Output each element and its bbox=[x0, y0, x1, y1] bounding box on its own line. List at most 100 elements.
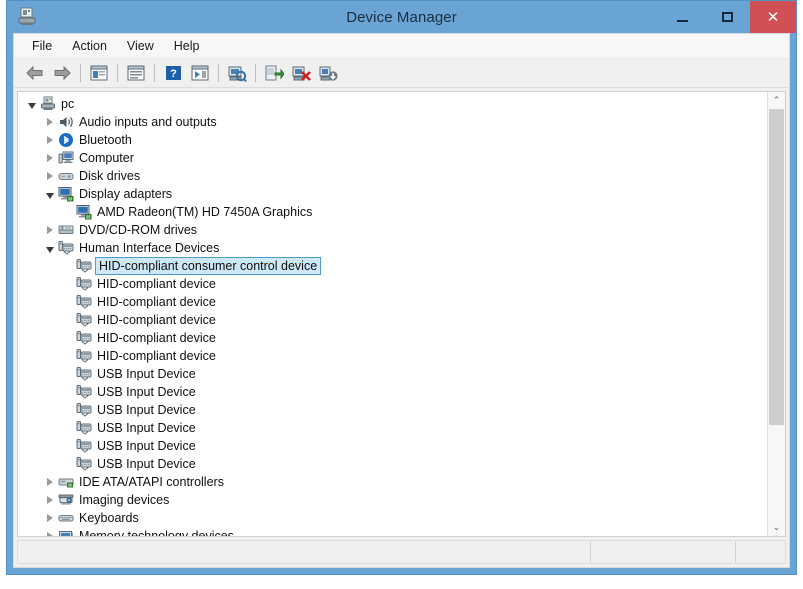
tree-row[interactable]: Disk drives bbox=[18, 167, 767, 185]
tree-row[interactable]: Human Interface Devices bbox=[18, 239, 767, 257]
tree-row[interactable]: USB Input Device bbox=[18, 419, 767, 437]
hid-icon bbox=[76, 402, 92, 418]
tree-row-label: USB Input Device bbox=[97, 403, 200, 417]
scroll-up-button[interactable]: ⌃ bbox=[768, 92, 785, 109]
tree-row[interactable]: DVD/CD-ROM drives bbox=[18, 221, 767, 239]
forward-arrow-icon bbox=[52, 65, 72, 81]
tree-row[interactable]: HID-compliant device bbox=[18, 329, 767, 347]
vertical-scrollbar[interactable]: ⌃ ⌄ bbox=[767, 92, 785, 536]
tree-row-label: USB Input Device bbox=[97, 457, 200, 471]
chevron-right-icon[interactable] bbox=[42, 131, 58, 149]
chevron-right-icon[interactable] bbox=[42, 491, 58, 509]
window-controls: ✕ bbox=[660, 1, 796, 33]
tree-row-label: HID-compliant device bbox=[97, 277, 220, 291]
scan-for-hardware-changes-button[interactable] bbox=[224, 61, 250, 85]
tree-row[interactable]: Keyboards bbox=[18, 509, 767, 527]
console-tree-icon bbox=[90, 65, 108, 81]
device-tree-pane: pc Audio inputs and outputs Bluetooth Compu… bbox=[17, 91, 786, 537]
tree-row[interactable]: USB Input Device bbox=[18, 383, 767, 401]
uninstall-device-icon bbox=[292, 65, 311, 82]
chevron-down-icon[interactable] bbox=[42, 239, 58, 257]
uninstall-device-button[interactable] bbox=[288, 61, 314, 85]
tree-row[interactable]: HID-compliant device bbox=[18, 293, 767, 311]
tree-row[interactable]: Imaging devices bbox=[18, 491, 767, 509]
show-hide-console-tree-button[interactable] bbox=[86, 61, 112, 85]
tree-row[interactable]: Computer bbox=[18, 149, 767, 167]
update-driver-button[interactable] bbox=[261, 61, 287, 85]
back-button[interactable] bbox=[22, 61, 48, 85]
menu-view[interactable]: View bbox=[117, 36, 164, 56]
hid-icon bbox=[76, 294, 92, 310]
chevron-right-icon[interactable] bbox=[42, 149, 58, 167]
tree-row-label: Human Interface Devices bbox=[79, 241, 223, 255]
minimize-button[interactable] bbox=[660, 1, 705, 33]
tree-row-label: IDE ATA/ATAPI controllers bbox=[79, 475, 228, 489]
tree-row[interactable]: pc bbox=[18, 95, 767, 113]
tree-row[interactable]: HID-compliant consumer control device bbox=[18, 257, 767, 275]
tree-row[interactable]: USB Input Device bbox=[18, 437, 767, 455]
status-bar bbox=[17, 540, 786, 564]
tree-row-label: Keyboards bbox=[79, 511, 143, 525]
scrollbar-thumb[interactable] bbox=[769, 109, 784, 425]
hid-icon bbox=[76, 276, 92, 292]
hid-icon bbox=[76, 348, 92, 364]
forward-button[interactable] bbox=[49, 61, 75, 85]
tree-row[interactable]: USB Input Device bbox=[18, 401, 767, 419]
menu-help[interactable]: Help bbox=[164, 36, 210, 56]
chevron-down-icon[interactable] bbox=[42, 185, 58, 203]
chevron-right-icon[interactable] bbox=[42, 473, 58, 491]
tree-row-label: Bluetooth bbox=[79, 133, 136, 147]
computer-icon bbox=[58, 150, 74, 166]
chevron-right-icon[interactable] bbox=[42, 527, 58, 536]
twisty-placeholder bbox=[60, 437, 76, 455]
tree-row[interactable]: IDE ATA/ATAPI controllers bbox=[18, 473, 767, 491]
disk-drive-icon bbox=[58, 168, 74, 184]
twisty-placeholder bbox=[60, 419, 76, 437]
chevron-down-icon[interactable] bbox=[24, 95, 40, 113]
maximize-button[interactable] bbox=[705, 1, 750, 33]
menu-file[interactable]: File bbox=[22, 36, 62, 56]
help-button[interactable]: ? bbox=[160, 61, 186, 85]
menu-bar: File Action View Help bbox=[14, 34, 789, 59]
hid-icon bbox=[76, 366, 92, 382]
close-button[interactable]: ✕ bbox=[750, 1, 796, 33]
tree-row[interactable]: Display adapters bbox=[18, 185, 767, 203]
tree-row-label: AMD Radeon(TM) HD 7450A Graphics bbox=[97, 205, 316, 219]
tree-row[interactable]: HID-compliant device bbox=[18, 311, 767, 329]
device-tree[interactable]: pc Audio inputs and outputs Bluetooth Compu… bbox=[18, 92, 767, 536]
device-manager-icon bbox=[16, 6, 38, 28]
hid-icon bbox=[76, 258, 92, 274]
chevron-right-icon[interactable] bbox=[42, 221, 58, 239]
tree-row[interactable]: Memory technology devices bbox=[18, 527, 767, 536]
title-bar: Device Manager ✕ bbox=[7, 1, 796, 33]
tree-row[interactable]: Bluetooth bbox=[18, 131, 767, 149]
properties-button[interactable] bbox=[123, 61, 149, 85]
tree-row-label: HID-compliant device bbox=[97, 313, 220, 327]
tree-row-label: Imaging devices bbox=[79, 493, 173, 507]
tree-row[interactable]: USB Input Device bbox=[18, 365, 767, 383]
dvd-drive-icon bbox=[58, 222, 74, 238]
menu-action[interactable]: Action bbox=[62, 36, 117, 56]
twisty-placeholder bbox=[60, 383, 76, 401]
tree-row[interactable]: AMD Radeon(TM) HD 7450A Graphics bbox=[18, 203, 767, 221]
tree-row[interactable]: HID-compliant device bbox=[18, 347, 767, 365]
ide-controller-icon bbox=[58, 474, 74, 490]
chevron-right-icon[interactable] bbox=[42, 167, 58, 185]
tree-row[interactable]: Audio inputs and outputs bbox=[18, 113, 767, 131]
tree-row[interactable]: HID-compliant device bbox=[18, 275, 767, 293]
scrollbar-track[interactable] bbox=[768, 109, 785, 519]
enable-device-button[interactable] bbox=[315, 61, 341, 85]
chevron-right-icon[interactable] bbox=[42, 509, 58, 527]
tree-row[interactable]: USB Input Device bbox=[18, 455, 767, 473]
twisty-placeholder bbox=[60, 311, 76, 329]
twisty-placeholder bbox=[60, 365, 76, 383]
hid-icon bbox=[76, 384, 92, 400]
show-hide-action-pane-button[interactable] bbox=[187, 61, 213, 85]
tree-row-label: HID-compliant device bbox=[97, 295, 220, 309]
imaging-device-icon bbox=[58, 492, 74, 508]
chevron-right-icon[interactable] bbox=[42, 113, 58, 131]
action-pane-icon bbox=[191, 65, 209, 81]
tree-row-label: Audio inputs and outputs bbox=[79, 115, 221, 129]
scroll-down-button[interactable]: ⌄ bbox=[768, 519, 785, 536]
tree-row-label: DVD/CD-ROM drives bbox=[79, 223, 201, 237]
